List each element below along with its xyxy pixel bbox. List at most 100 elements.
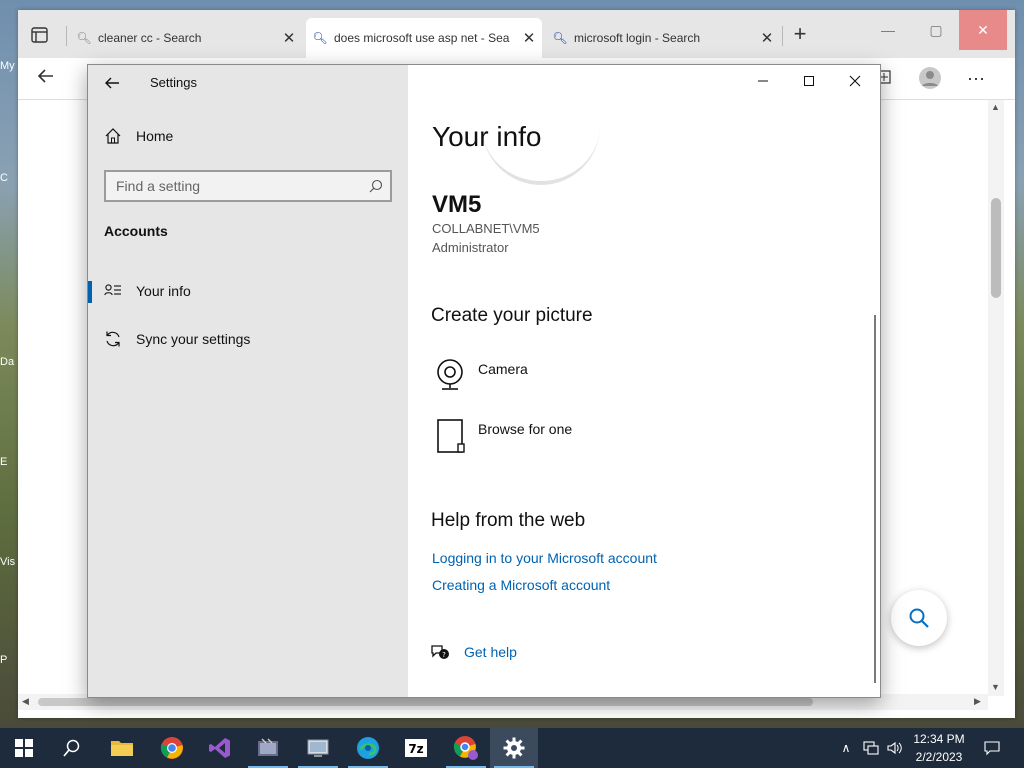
user-domain: COLLABNET\VM5 (432, 221, 540, 236)
help-link-logging-in[interactable]: Logging in to your Microsoft account (432, 550, 657, 566)
home-icon (105, 128, 121, 144)
scroll-down-icon[interactable]: ▼ (991, 682, 1000, 692)
clock-date: 2/2/2023 (915, 750, 963, 764)
browse-file-icon (432, 417, 468, 458)
scroll-thumb[interactable] (991, 198, 1001, 298)
network-app-icon[interactable] (294, 728, 342, 768)
tab-divider (782, 26, 783, 46)
vertical-scrollbar[interactable]: ▲ ▼ (988, 100, 1004, 696)
content-scrollbar[interactable] (874, 315, 876, 683)
camera-label: Camera (478, 361, 528, 377)
create-picture-heading: Create your picture (431, 305, 593, 326)
tab-does-microsoft-use-asp-net[interactable]: 🔍︎ does microsoft use asp net - Sea ✕ (306, 18, 542, 58)
scroll-left-icon[interactable]: ◀ (22, 696, 29, 707)
close-tab-icon[interactable]: ✕ (754, 29, 780, 47)
edge-icon[interactable] (344, 728, 392, 768)
video-editor-icon[interactable] (244, 728, 292, 768)
help-heading: Help from the web (431, 510, 586, 531)
search-button[interactable] (48, 728, 96, 768)
chevron-up-icon[interactable]: ∧ (836, 728, 856, 768)
nav-item-your-info[interactable]: Your info (88, 271, 408, 311)
scroll-up-icon[interactable]: ▲ (991, 102, 1000, 112)
7zip-icon[interactable]: 7z (392, 728, 440, 768)
settings-gear-icon[interactable] (490, 728, 538, 768)
tab-cleaner-cc[interactable]: 🔍︎ cleaner cc - Search ✕ (70, 18, 302, 58)
settings-window: Settings Home Find a setting Accounts Yo… (87, 64, 881, 698)
camera-option[interactable]: Camera (432, 357, 528, 396)
tab-title: microsoft login - Search (574, 31, 701, 45)
chrome-profile-icon[interactable] (442, 728, 490, 768)
desktop-icon-label[interactable]: Da (0, 356, 20, 368)
settings-sidebar: Settings Home Find a setting Accounts Yo… (88, 65, 408, 697)
tab-actions-icon[interactable] (28, 24, 52, 46)
search-icon (362, 179, 390, 193)
search-icon (63, 739, 80, 757)
more-menu-icon[interactable]: ⋯ (962, 66, 990, 92)
selection-indicator (88, 281, 92, 303)
page-title: Your info (432, 121, 542, 152)
desktop-icon-label[interactable]: P (0, 654, 20, 666)
maximize-button[interactable]: ▢ (912, 10, 960, 50)
nav-item-label: Your info (136, 283, 191, 299)
desktop-icon-label[interactable]: C (0, 172, 20, 184)
desktop-icon-label[interactable]: My (0, 60, 20, 72)
new-tab-button[interactable]: + (788, 22, 812, 46)
chrome-icon[interactable] (148, 728, 196, 768)
maximize-button[interactable] (786, 69, 832, 93)
back-button[interactable] (100, 71, 124, 95)
volume-icon[interactable] (884, 728, 906, 768)
nav-item-sync-your-settings[interactable]: Sync your settings (88, 319, 408, 359)
back-button[interactable] (32, 66, 60, 92)
browse-label: Browse for one (478, 421, 573, 437)
tab-title: does microsoft use asp net - Sea (334, 31, 510, 45)
section-title: Accounts (104, 223, 168, 239)
user-role: Administrator (432, 240, 509, 255)
start-button[interactable] (0, 728, 48, 768)
taskbar: 7z ∧ 12:34 PM 2/2/2023 (0, 728, 1024, 768)
find-setting-input[interactable]: Find a setting (104, 170, 392, 202)
svg-text:7z: 7z (408, 742, 423, 756)
search-icon: 🔍︎ (76, 31, 92, 45)
user-name: VM5 (432, 191, 482, 218)
close-button[interactable] (832, 69, 878, 93)
nav-item-label: Sync your settings (136, 331, 251, 347)
search-icon: 🔍︎ (312, 31, 328, 45)
desktop-icon-label[interactable]: E (0, 456, 20, 468)
minimize-button[interactable]: — (864, 10, 912, 50)
settings-main: Your info VM5 COLLABNET\VM5 Administrato… (408, 65, 880, 697)
person-list-icon (88, 283, 136, 299)
tab-title: cleaner cc - Search (98, 31, 202, 45)
svg-text:?: ? (442, 651, 446, 659)
desktop-icon-label[interactable]: Vis (0, 556, 20, 568)
visual-studio-icon[interactable] (196, 728, 244, 768)
camera-icon (432, 357, 468, 396)
search-icon: 🔍︎ (552, 31, 568, 45)
search-fab-button[interactable] (891, 590, 947, 646)
close-window-button[interactable]: ✕ (959, 10, 1007, 50)
close-tab-icon[interactable]: ✕ (276, 29, 302, 47)
file-explorer-icon[interactable] (98, 728, 146, 768)
windows-icon (15, 739, 33, 757)
home-label: Home (136, 128, 174, 144)
tab-microsoft-login[interactable]: 🔍︎ microsoft login - Search ✕ (546, 18, 780, 58)
chat-help-icon: ? (431, 645, 449, 659)
clock-time: 12:34 PM (913, 732, 965, 746)
tab-divider (66, 26, 67, 46)
home-nav-item[interactable]: Home (104, 127, 173, 145)
get-help-link[interactable]: ? Get help (430, 643, 517, 661)
search-placeholder: Find a setting (116, 178, 201, 194)
help-link-creating-account[interactable]: Creating a Microsoft account (432, 577, 610, 593)
profile-avatar-icon[interactable] (916, 66, 944, 92)
notification-icon[interactable] (978, 728, 1006, 768)
minimize-button[interactable] (740, 69, 786, 93)
tab-bar: 🔍︎ cleaner cc - Search ✕ 🔍︎ does microso… (18, 10, 1015, 58)
close-tab-icon[interactable]: ✕ (516, 29, 542, 47)
window-title: Settings (150, 75, 197, 90)
get-help-label: Get help (464, 644, 517, 660)
sync-icon (88, 330, 136, 348)
network-icon[interactable] (860, 728, 882, 768)
system-clock[interactable]: 12:34 PM 2/2/2023 (906, 730, 972, 766)
scroll-thumb[interactable] (38, 698, 813, 706)
browse-for-one-option[interactable]: Browse for one (432, 417, 572, 458)
scroll-right-icon[interactable]: ▶ (974, 696, 981, 707)
